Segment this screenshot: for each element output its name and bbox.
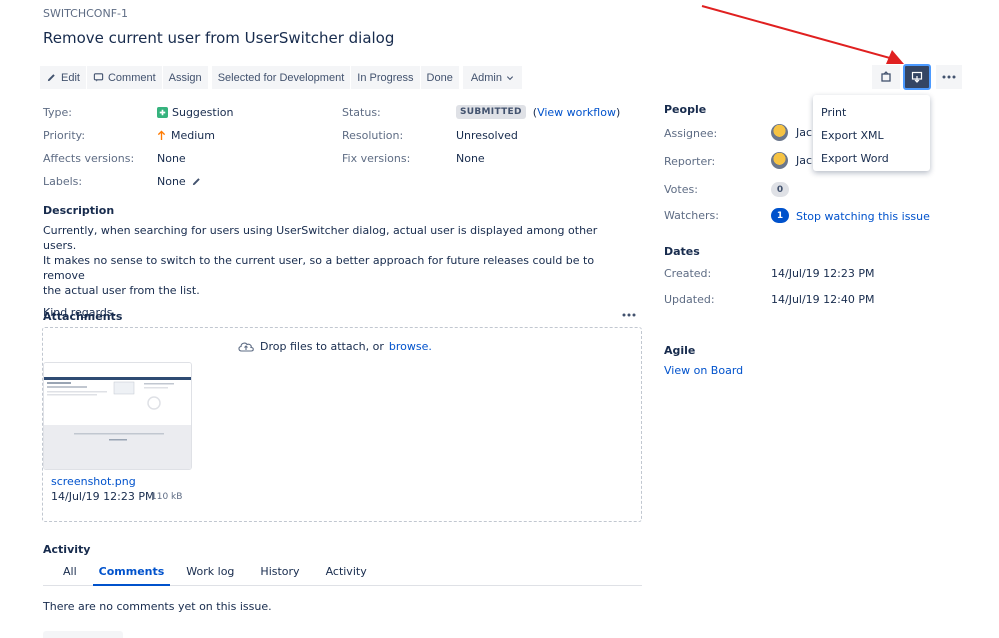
people-title: People xyxy=(664,103,707,116)
reporter-value[interactable]: Jac xyxy=(771,152,812,169)
description-line: the actual user from the list. xyxy=(43,284,200,297)
edit-group: Edit Comment Assign xyxy=(40,66,208,89)
done-button[interactable]: Done xyxy=(420,66,459,89)
agile-title: Agile xyxy=(664,344,696,357)
fix-versions-label: Fix versions: xyxy=(342,152,411,165)
avatar xyxy=(771,124,788,141)
description-line: It makes no sense to switch to the curre… xyxy=(43,254,595,282)
pencil-icon xyxy=(47,74,55,82)
more-actions-button[interactable] xyxy=(936,65,962,89)
assignee-name: Jac xyxy=(796,126,813,139)
export-icon xyxy=(911,71,923,83)
priority-label: Priority: xyxy=(43,129,86,142)
avatar xyxy=(771,152,788,169)
view-on-board-link[interactable]: View on Board xyxy=(664,364,743,377)
tab-comments[interactable]: Comments xyxy=(92,565,171,586)
pencil-icon[interactable] xyxy=(191,176,202,187)
dates-title: Dates xyxy=(664,245,700,258)
comment-button-partial[interactable] xyxy=(43,631,123,638)
assignee-value[interactable]: Jac xyxy=(771,124,812,141)
issue-key[interactable]: SWITCHCONF-1 xyxy=(43,7,128,20)
priority-value: Medium xyxy=(157,129,215,142)
export-xml-menu-item[interactable]: Export XML xyxy=(813,124,930,147)
tab-history[interactable]: History xyxy=(250,565,309,586)
view-workflow-link[interactable]: View workflow xyxy=(537,106,616,119)
stop-watching-link[interactable]: Stop watching this issue xyxy=(796,210,930,223)
resolution-label: Resolution: xyxy=(342,129,404,142)
screenshot-preview xyxy=(44,363,191,469)
export-dropdown: Print Export XML Export Word xyxy=(813,95,930,171)
description-body[interactable]: Currently, when searching for users usin… xyxy=(43,223,623,320)
attachment-size: 110 kB xyxy=(151,492,183,502)
attachments-title: Attachments xyxy=(43,310,123,323)
view-workflow-close: ) xyxy=(615,105,621,119)
suggestion-icon xyxy=(157,107,168,118)
cloud-upload-icon xyxy=(238,342,254,352)
browse-link[interactable]: browse. xyxy=(389,340,432,353)
print-menu-item[interactable]: Print xyxy=(813,101,930,124)
type-text: Suggestion xyxy=(172,106,234,119)
created-value: 14/Jul/19 12:23 PM xyxy=(771,267,875,280)
assignee-label: Assignee: xyxy=(664,127,718,140)
drop-files-text: Drop files to attach, or xyxy=(260,339,384,353)
attachment-date: 14/Jul/19 12:23 PM xyxy=(51,490,155,503)
attachment-thumbnail[interactable] xyxy=(43,362,192,470)
activity-title: Activity xyxy=(43,543,91,556)
affects-versions-value: None xyxy=(157,152,186,165)
labels-value[interactable]: None xyxy=(157,175,202,188)
selected-for-development-button[interactable]: Selected for Development xyxy=(211,66,351,89)
share-icon xyxy=(881,71,891,82)
fix-versions-value: None xyxy=(456,152,485,165)
tab-all[interactable]: All xyxy=(43,565,87,586)
export-word-menu-item[interactable]: Export Word xyxy=(813,147,930,170)
issue-title: Remove current user from UserSwitcher di… xyxy=(43,29,395,47)
issue-toolbar: Edit Comment Assign Selected for Develop… xyxy=(40,66,522,89)
attachments-more-icon[interactable] xyxy=(622,313,636,317)
updated-value: 14/Jul/19 12:40 PM xyxy=(771,293,875,306)
admin-label: Admin xyxy=(470,71,502,84)
priority-text: Medium xyxy=(171,129,215,142)
affects-versions-label: Affects versions: xyxy=(43,152,135,165)
assign-button[interactable]: Assign xyxy=(162,66,208,89)
watchers-label: Watchers: xyxy=(664,209,719,222)
type-value: Suggestion xyxy=(157,106,234,119)
workflow-group: Selected for Development In Progress Don… xyxy=(211,66,459,89)
status-lozenge: SUBMITTED xyxy=(456,105,526,119)
comment-button[interactable]: Comment xyxy=(86,66,162,89)
more-icon xyxy=(942,75,956,79)
activity-tabs: All Comments Work log History Activity xyxy=(43,565,642,586)
created-label: Created: xyxy=(664,267,712,280)
description-line: Currently, when searching for users usin… xyxy=(43,224,598,252)
votes-count[interactable]: 0 xyxy=(771,182,789,197)
attachment-file-name[interactable]: screenshot.png xyxy=(51,475,136,488)
in-progress-button[interactable]: In Progress xyxy=(351,66,420,89)
labels-label: Labels: xyxy=(43,175,83,188)
status-label: Status: xyxy=(342,106,381,119)
reporter-name: Jac xyxy=(796,154,813,167)
no-comments-text: There are no comments yet on this issue. xyxy=(43,600,272,613)
chevron-down-icon xyxy=(506,75,514,80)
edit-button[interactable]: Edit xyxy=(40,66,86,89)
votes-label: Votes: xyxy=(664,183,698,196)
labels-text: None xyxy=(157,175,186,188)
resolution-value: Unresolved xyxy=(456,129,518,142)
annotation-arrow xyxy=(701,5,904,64)
type-label: Type: xyxy=(43,106,72,119)
drop-files-prompt: Drop files to attach, or browse. xyxy=(237,339,432,353)
status-value: SUBMITTED (View workflow) xyxy=(456,105,620,119)
tab-work-log[interactable]: Work log xyxy=(176,565,244,586)
admin-button[interactable]: Admin xyxy=(462,66,522,89)
priority-medium-icon xyxy=(157,130,166,140)
edit-label: Edit xyxy=(61,71,80,84)
watchers-count[interactable]: 1 xyxy=(771,208,789,223)
description-title: Description xyxy=(43,204,115,217)
tab-activity[interactable]: Activity xyxy=(316,565,377,586)
description-line: Kind regards. xyxy=(43,306,117,319)
updated-label: Updated: xyxy=(664,293,715,306)
comment-icon xyxy=(93,73,104,82)
reporter-label: Reporter: xyxy=(664,155,716,168)
comment-label: Comment xyxy=(107,71,156,84)
